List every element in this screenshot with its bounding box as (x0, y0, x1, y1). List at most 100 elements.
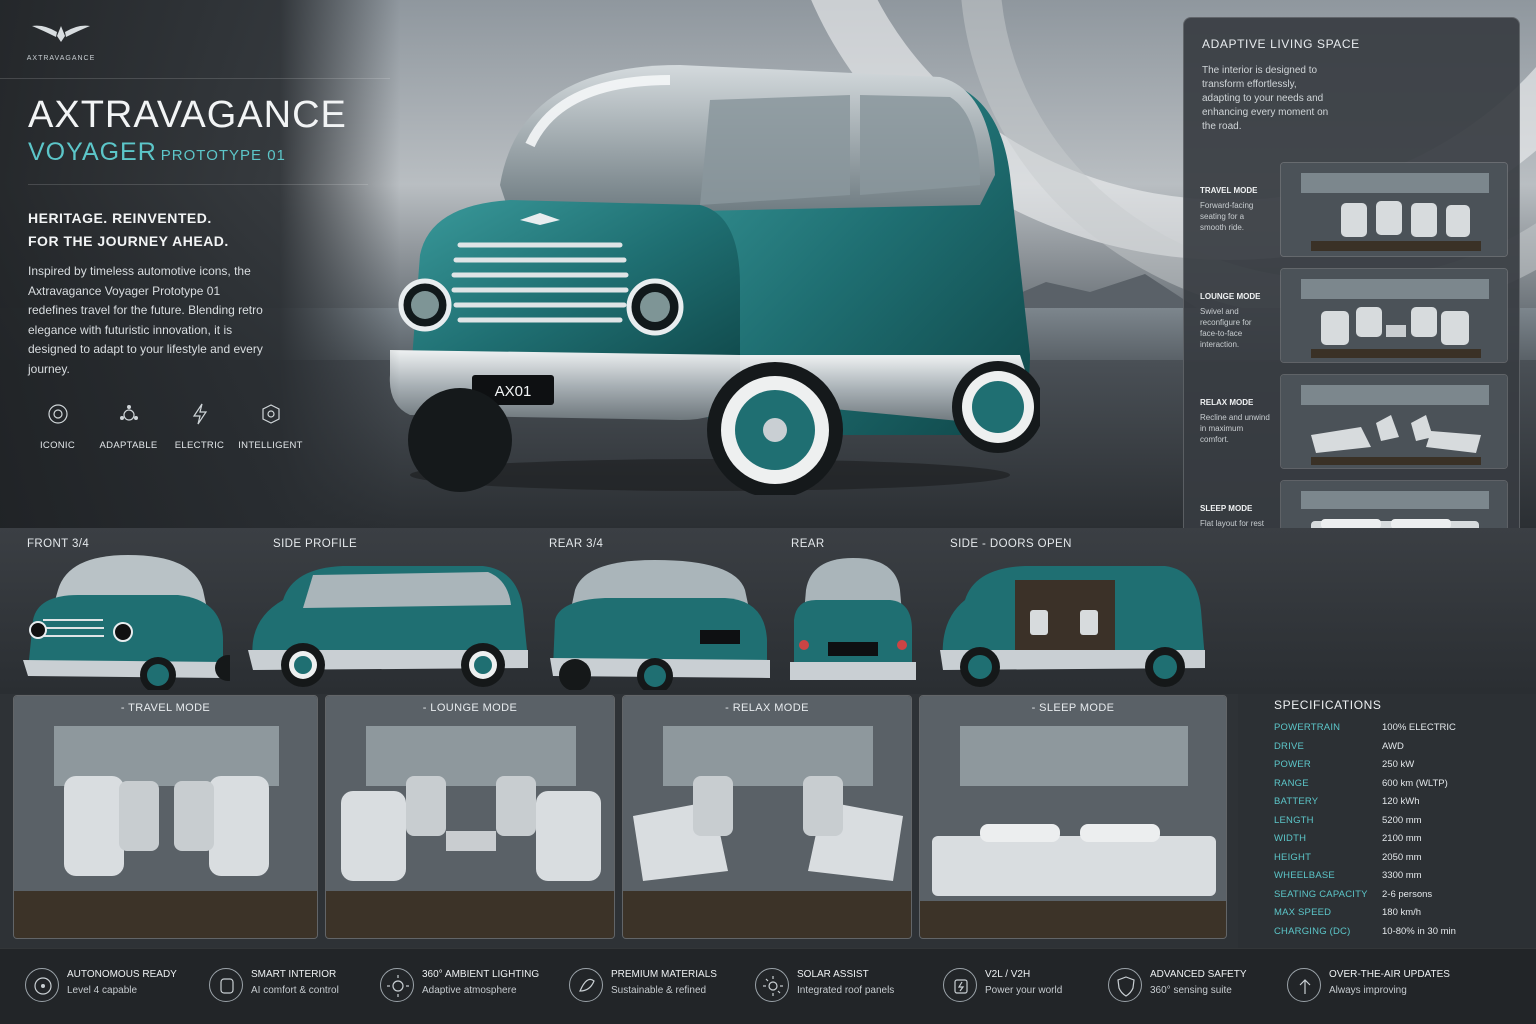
logo-text: AXTRAVAGANCE (26, 55, 96, 62)
relax-interior-image (623, 696, 911, 938)
footer-subtitle: Power your world (985, 985, 1063, 996)
spec-key: WIDTH (1274, 833, 1307, 844)
adaptive-living-space-panel: ADAPTIVE LIVING SPACE The interior is de… (1183, 17, 1520, 585)
spec-value: 600 km (WLTP) (1382, 777, 1448, 789)
mode-lounge[interactable]: LOUNGE MODE Swivel and reconfigure for f… (1198, 268, 1508, 363)
ambient-lighting-icon (380, 968, 414, 1002)
tagline: HERITAGE. REINVENTED. FOR THE JOURNEY AH… (28, 207, 229, 253)
side-profile-view (248, 566, 528, 687)
feature-label: ICONIC (39, 440, 76, 451)
feature-electric: ELECTRIC (164, 403, 235, 451)
interior-title: - SLEEP MODE (1031, 702, 1115, 714)
view-label: FRONT 3/4 (27, 538, 90, 550)
view-label: REAR (791, 538, 825, 550)
mode-relax[interactable]: RELAX MODE Recline and unwind in maximum… (1198, 374, 1508, 469)
footer-subtitle: 360° sensing suite (1150, 985, 1232, 996)
footer-subtitle: Level 4 capable (67, 985, 138, 996)
interior-title: - LOUNGE MODE (422, 702, 518, 714)
interior-title: - RELAX MODE (725, 702, 809, 714)
wings-logo-icon (32, 25, 90, 42)
electric-icon (192, 403, 207, 425)
spec-row: BATTERY 120 kWh (1274, 796, 1524, 814)
lounge-mode-image (1280, 268, 1508, 363)
spec-value: 250 kW (1382, 759, 1415, 770)
feature-label: INTELLIGENT (238, 440, 303, 451)
model-subtitle: VOYAGER PROTOTYPE 01 (28, 138, 286, 167)
spec-value: 3300 mm (1382, 870, 1422, 881)
safety-icon (1108, 968, 1142, 1002)
spec-key: RANGE (1274, 777, 1309, 789)
footer-title: V2L / V2H (985, 969, 1031, 980)
tagline-line-2: FOR THE JOURNEY AHEAD. (28, 233, 229, 249)
footer-title: SOLAR ASSIST (797, 969, 869, 980)
spec-value: 2100 mm (1382, 833, 1422, 844)
rear-three-quarter-view (550, 560, 770, 690)
model-name: VOYAGER (28, 138, 157, 166)
rear-view (790, 558, 916, 680)
tagline-line-1: HERITAGE. REINVENTED. (28, 210, 212, 226)
view-label: SIDE - DOORS OPEN (950, 538, 1072, 550)
mode-title: SLEEP MODE (1200, 504, 1253, 513)
spec-key: WHEELBASE (1274, 870, 1335, 881)
page-title: AXTRAVAGANCE (28, 94, 347, 136)
solar-icon (755, 968, 789, 1002)
v2l-icon (943, 968, 977, 1002)
footer-title: PREMIUM MATERIALS (611, 969, 717, 980)
spec-row: DRIVE AWD (1274, 741, 1524, 759)
brand-logo[interactable]: AXTRAVAGANCE (26, 22, 96, 62)
spec-key: POWER (1274, 759, 1311, 770)
mode-travel[interactable]: TRAVEL MODE Forward-facing seating for a… (1198, 162, 1508, 257)
als-title: ADAPTIVE LIVING SPACE (1202, 37, 1360, 51)
side-doors-open-view (940, 566, 1205, 687)
spec-row: CHARGING (DC) 10-80% in 30 min (1274, 926, 1524, 944)
spec-row: WIDTH 2100 mm (1274, 833, 1524, 851)
footer-subtitle: Integrated roof panels (797, 985, 895, 996)
spec-value: 180 km/h (1382, 907, 1422, 918)
spec-row: RANGE 600 km (WLTP) (1274, 778, 1524, 796)
spec-key: MAX SPEED (1274, 907, 1332, 918)
divider (0, 78, 390, 79)
interior-lounge-panel[interactable]: - LOUNGE MODE (325, 695, 615, 939)
view-label: REAR 3/4 (549, 538, 604, 550)
spec-value: 2-6 persons (1382, 888, 1433, 900)
footer-subtitle: Adaptive atmosphere (422, 985, 517, 996)
features-footer: AUTONOMOUS READY Level 4 capable SMART I… (0, 948, 1536, 1024)
interior-relax-panel[interactable]: - RELAX MODE (622, 695, 912, 939)
spec-row: MAX SPEED 180 km/h (1274, 907, 1524, 925)
spec-key: BATTERY (1274, 796, 1319, 807)
feature-adaptable: ADAPTABLE (93, 403, 164, 451)
mode-title: LOUNGE MODE (1200, 292, 1261, 301)
footer-title: ADVANCED SAFETY (1150, 969, 1247, 980)
footer-title: SMART INTERIOR (251, 969, 337, 980)
footer-title: OVER-THE-AIR UPDATES (1329, 969, 1450, 980)
spec-row: HEIGHT 2050 mm (1274, 852, 1524, 870)
smart-interior-icon (209, 968, 243, 1002)
intro-text: Inspired by timeless automotive icons, t… (28, 264, 263, 376)
spec-row: SEATING CAPACITY 2-6 persons (1274, 889, 1524, 907)
spec-row: POWER 250 kW (1274, 759, 1524, 777)
mode-title: RELAX MODE (1200, 398, 1254, 407)
spec-key: POWERTRAIN (1274, 722, 1341, 733)
spec-row: LENGTH 5200 mm (1274, 815, 1524, 833)
footer-title: AUTONOMOUS READY (67, 969, 177, 980)
feature-label: ELECTRIC (174, 440, 225, 451)
spec-key: SEATING CAPACITY (1274, 888, 1368, 900)
footer-title: 360° AMBIENT LIGHTING (422, 969, 540, 980)
hero-plate: AX01 (495, 383, 532, 400)
footer-subtitle: AI comfort & control (251, 985, 339, 996)
spec-key: LENGTH (1274, 814, 1314, 826)
feature-iconic: ICONIC (22, 403, 93, 451)
exterior-views-strip: FRONT 3/4 SIDE PROFILE REAR 3/4 REAR SID… (0, 528, 1536, 694)
intelligent-icon (261, 404, 280, 424)
footer-subtitle: Sustainable & refined (611, 985, 707, 996)
interior-travel-panel[interactable]: - TRAVEL MODE (13, 695, 318, 939)
spec-value: AWD (1382, 740, 1404, 752)
relax-mode-image (1280, 374, 1508, 469)
model-version: PROTOTYPE 01 (160, 147, 286, 164)
interior-sleep-panel[interactable]: - SLEEP MODE (919, 695, 1227, 939)
spec-value: 10-80% in 30 min (1382, 925, 1456, 937)
spec-key: HEIGHT (1274, 851, 1312, 863)
spec-key: CHARGING (DC) (1274, 925, 1351, 937)
spec-row: WHEELBASE 3300 mm (1274, 870, 1524, 888)
spec-row: POWERTRAIN 100% ELECTRIC (1274, 722, 1524, 740)
